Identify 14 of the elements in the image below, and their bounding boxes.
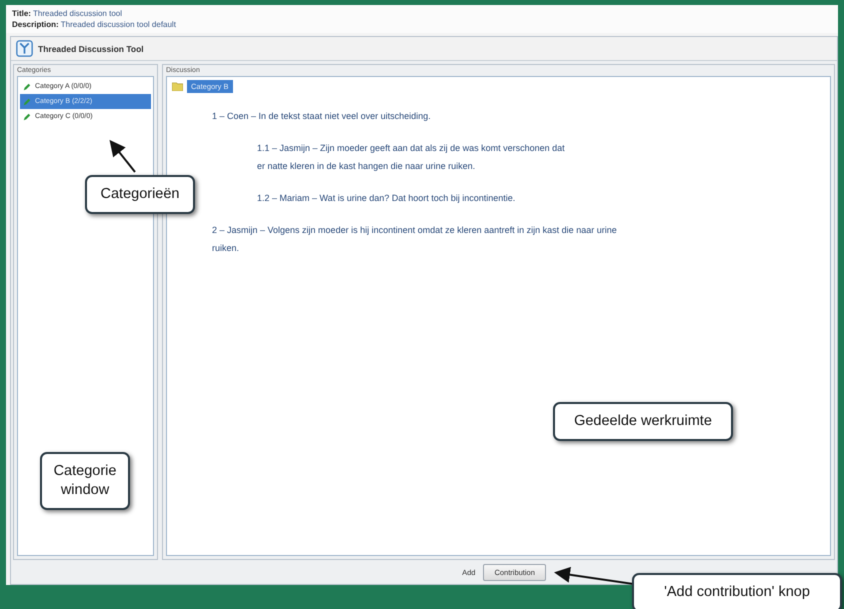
post-text: 1.2 – Mariam – Wat is urine dan? Dat hoort toch bij incontinentie. — [257, 192, 516, 205]
callout: Gedeelde werkruimte — [553, 402, 733, 441]
post-text: 1 – Coen – In de tekst staat niet veel over uitscheiding. — [212, 110, 432, 123]
folder-icon — [172, 82, 183, 91]
title-line: Title: Threaded discussion tool — [12, 9, 123, 18]
callout: Categorie window — [40, 452, 130, 510]
tool-title: Threaded Discussion Tool — [38, 44, 144, 54]
callout: Categorieën — [85, 175, 195, 214]
arrow — [110, 140, 136, 173]
callout: 'Add contribution' knop — [632, 573, 842, 609]
post-text: 1.1 – Jasmijn – Zijn moeder geeft aan dat als zij de was komt verschonen dat er natte kleren in de kast hangen die naar urine ruiken. — [257, 142, 566, 173]
post-text: 2 – Jasmijn – Volgens zijn moeder is hij incontinent omdat ze kleren aantreft in zijn kast die naar urine ruiken. — [212, 224, 618, 255]
tool-icon — [16, 40, 33, 57]
description-line: Description: Threaded discussion tool default — [12, 20, 177, 29]
